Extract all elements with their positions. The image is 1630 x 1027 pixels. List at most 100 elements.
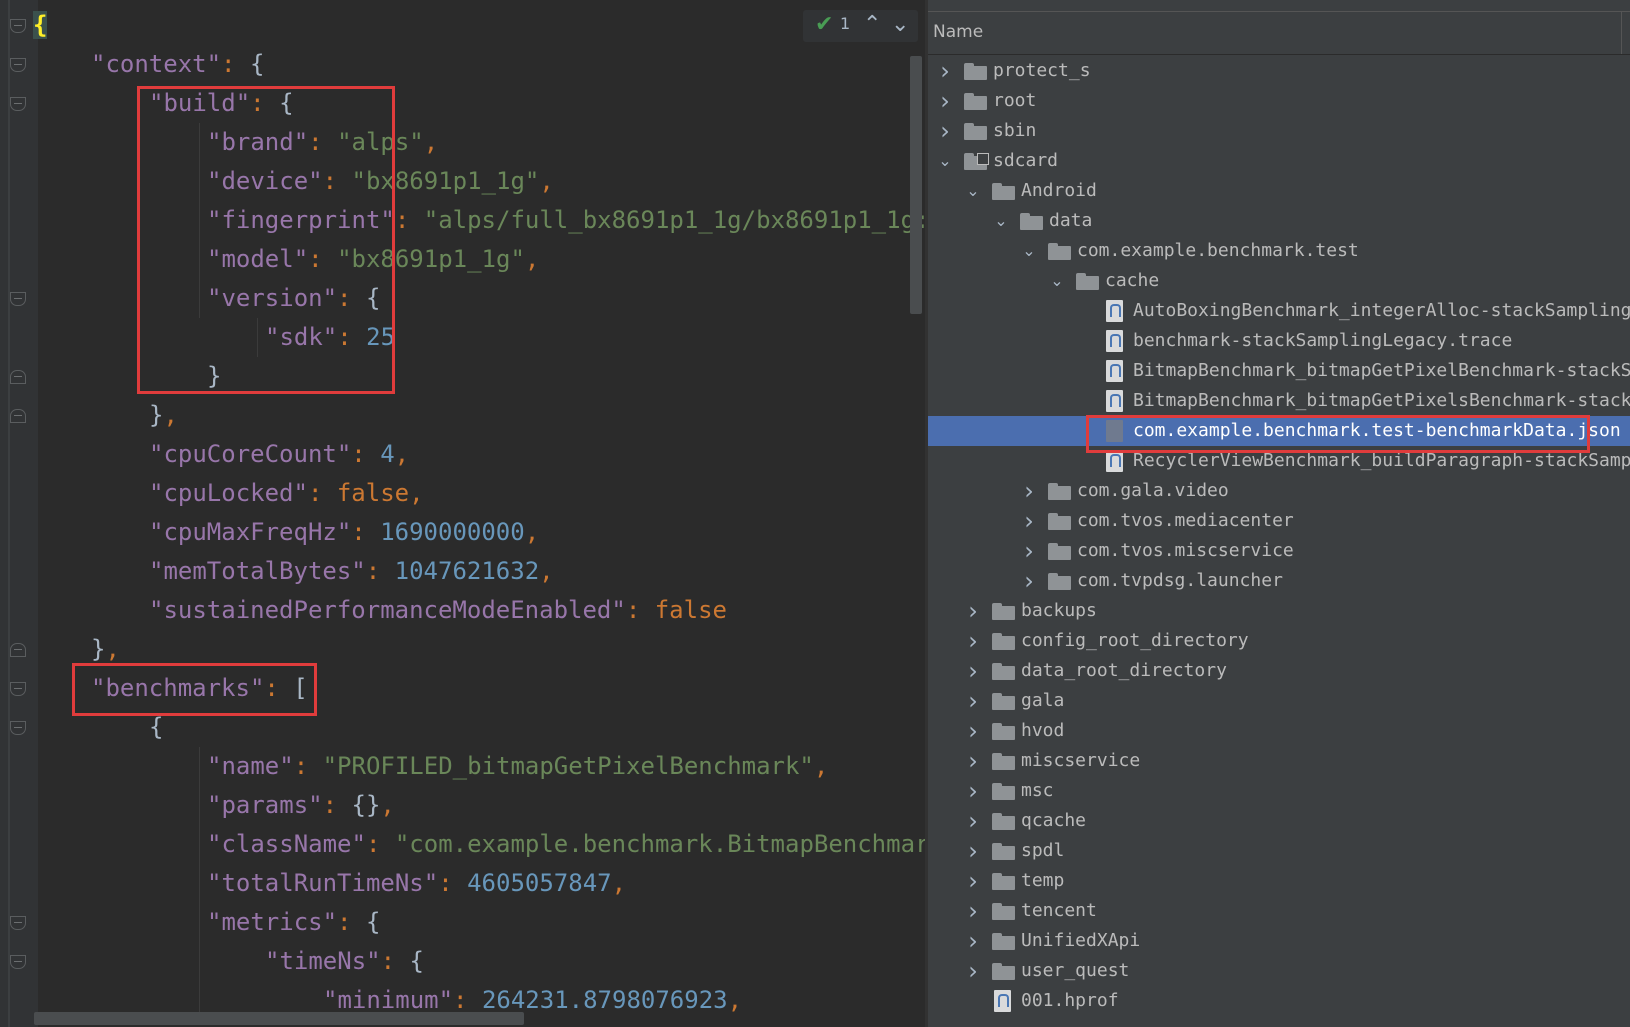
chevron-down-icon[interactable]: ⌄ [964, 176, 982, 206]
tree-row[interactable]: › data_root_directory [928, 656, 1630, 686]
tree-row-label: backups [1021, 600, 1097, 621]
chevron-down-icon[interactable]: ⌄ [936, 146, 954, 176]
chevron-down-icon[interactable]: ⌄ [1020, 236, 1038, 266]
tree-row[interactable]: › backups [928, 596, 1630, 626]
tree-row-label: com.tvos.miscservice [1077, 540, 1294, 561]
tree-row-label: com.example.benchmark.test [1077, 240, 1359, 261]
chevron-right-icon[interactable]: › [936, 86, 954, 116]
folder-icon [964, 63, 987, 80]
code-token: : [394, 206, 424, 234]
chevron-down-icon[interactable]: ⌄ [992, 206, 1010, 236]
fold-toggle-icon[interactable] [10, 409, 26, 423]
tree-row[interactable]: › config_root_directory [928, 626, 1630, 656]
fold-toggle-icon[interactable] [10, 19, 26, 33]
tree-row[interactable]: › root [928, 86, 1630, 116]
tree-row[interactable]: › com.gala.video [928, 476, 1630, 506]
chevron-right-icon[interactable]: › [964, 896, 982, 926]
tree-row-label: cache [1105, 270, 1160, 291]
code-token: , [539, 167, 554, 195]
chevron-down-icon[interactable]: ⌄ [1048, 266, 1066, 296]
chevron-right-icon[interactable]: › [964, 686, 982, 716]
tree-row-label: BitmapBenchmark_bitmapGetPixelsBenchmark… [1133, 390, 1630, 411]
tree-row[interactable]: ⌄ Android [928, 176, 1630, 206]
tree-row-label: AutoBoxingBenchmark_integerAlloc-stackSa… [1133, 300, 1630, 321]
fold-toggle-icon[interactable] [10, 370, 26, 384]
tree-row[interactable]: BitmapBenchmark_bitmapGetPixelsBenchmark… [928, 386, 1630, 416]
tree-row[interactable]: › com.tvos.miscservice [928, 536, 1630, 566]
code-token: { [365, 908, 381, 936]
inspection-widget[interactable]: ✔ 1 ⌃ ⌄ [803, 10, 918, 42]
chevron-right-icon[interactable]: › [964, 836, 982, 866]
tree-row[interactable]: › user_quest [928, 956, 1630, 986]
fold-toggle-icon[interactable] [10, 916, 26, 930]
chevron-right-icon[interactable]: › [964, 866, 982, 896]
code-token: "cpuMaxFreqHz" [149, 518, 352, 546]
code-token: "sustainedPerformanceModeEnabled" [149, 596, 626, 624]
chevron-right-icon[interactable]: › [964, 626, 982, 656]
fold-toggle-icon[interactable] [10, 721, 26, 735]
tree-row[interactable]: AutoBoxingBenchmark_integerAlloc-stackSa… [928, 296, 1630, 326]
tree-row[interactable]: › spdl [928, 836, 1630, 866]
tree-row-label: data [1049, 210, 1093, 231]
tree-row[interactable]: › UnifiedXApi [928, 926, 1630, 956]
tree-row[interactable]: ⌄ sdcard [928, 146, 1630, 176]
chevron-right-icon[interactable]: › [936, 116, 954, 146]
chevron-right-icon[interactable]: › [964, 806, 982, 836]
chevron-right-icon[interactable]: › [1020, 506, 1038, 536]
tree-row[interactable]: › protect_s [928, 56, 1630, 86]
fold-toggle-icon[interactable] [10, 682, 26, 696]
chevron-right-icon[interactable]: › [964, 746, 982, 776]
previous-arrow-icon[interactable]: ⌃ [863, 12, 881, 37]
tree-row[interactable]: › com.tvpdsg.launcher [928, 566, 1630, 596]
tree-column-header[interactable]: Name [928, 12, 1630, 55]
code-token: : [221, 50, 250, 78]
code-token: "metrics" [207, 908, 338, 936]
json-editor[interactable]: {"context": {"build": {"brand": "alps", "… [0, 0, 925, 1027]
next-arrow-icon[interactable]: ⌄ [891, 12, 909, 37]
tree-row[interactable]: › com.tvos.mediacenter [928, 506, 1630, 536]
tree-row[interactable]: › sbin [928, 116, 1630, 146]
tree-row[interactable]: › tencent [928, 896, 1630, 926]
tree-row[interactable]: › gala [928, 686, 1630, 716]
vertical-scrollbar[interactable] [910, 56, 922, 314]
tree-row[interactable]: › msc [928, 776, 1630, 806]
tree-row[interactable]: benchmark-stackSamplingLegacy.trace [928, 326, 1630, 356]
device-file-explorer[interactable]: Name › protect_s › root › sbin ⌄ sdcard ⌄ Android… [928, 0, 1630, 1027]
code-line: "memTotalBytes": 1047621632, [149, 552, 554, 591]
horizontal-scrollbar[interactable] [34, 1012, 524, 1025]
tree-row[interactable]: BitmapBenchmark_bitmapGetPixelBenchmark-… [928, 356, 1630, 386]
fold-toggle-icon[interactable] [10, 643, 26, 657]
code-token: : [293, 752, 323, 780]
chevron-right-icon[interactable]: › [1020, 536, 1038, 566]
chevron-right-icon[interactable]: › [964, 596, 982, 626]
tree-row-label: temp [1021, 870, 1065, 891]
chevron-right-icon[interactable]: › [936, 56, 954, 86]
code-token: : [365, 557, 395, 585]
tree-row[interactable]: › temp [928, 866, 1630, 896]
fold-toggle-icon[interactable] [10, 955, 26, 969]
tree-row[interactable]: › qcache [928, 806, 1630, 836]
chevron-right-icon[interactable]: › [964, 656, 982, 686]
chevron-right-icon[interactable]: › [964, 956, 982, 986]
tree-row[interactable]: › hvod [928, 716, 1630, 746]
tree-row[interactable]: ⌄ com.example.benchmark.test [928, 236, 1630, 266]
fold-toggle-icon[interactable] [10, 97, 26, 111]
tree-row[interactable]: 001.hprof [928, 986, 1630, 1016]
chevron-right-icon[interactable]: › [964, 926, 982, 956]
file-icon [1106, 300, 1123, 322]
column-separator[interactable] [1621, 12, 1622, 54]
code-token: false [336, 479, 410, 507]
tree-row[interactable]: › miscservice [928, 746, 1630, 776]
chevron-right-icon[interactable]: › [964, 716, 982, 746]
name-column-label: Name [933, 22, 984, 42]
chevron-right-icon[interactable]: › [1020, 566, 1038, 596]
fold-toggle-icon[interactable] [10, 292, 26, 306]
tree-row[interactable]: ⌄ cache [928, 266, 1630, 296]
tree-row-label: UnifiedXApi [1021, 930, 1141, 951]
fold-toggle-icon[interactable] [10, 58, 26, 72]
code-token: , [539, 557, 554, 585]
chevron-right-icon[interactable]: › [964, 776, 982, 806]
chevron-right-icon[interactable]: › [1020, 476, 1038, 506]
tree-row[interactable]: ⌄ data [928, 206, 1630, 236]
folder-icon [992, 903, 1015, 920]
